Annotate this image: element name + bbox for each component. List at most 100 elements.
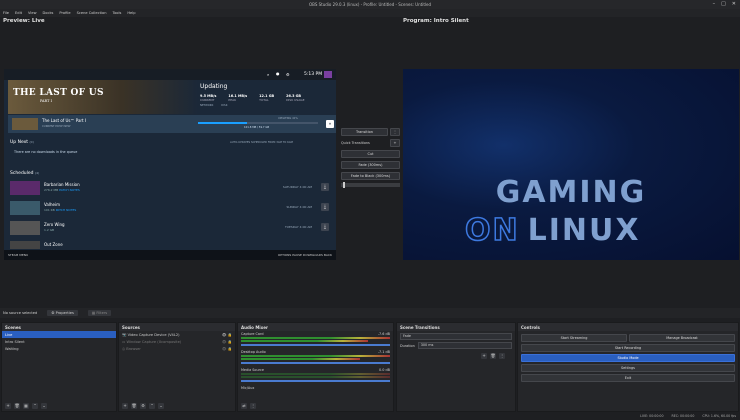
- menu-edit[interactable]: Edit: [15, 11, 22, 15]
- cut-button[interactable]: Cut: [341, 150, 400, 158]
- download-icon[interactable]: ⤓: [321, 203, 329, 211]
- move-up-button[interactable]: ⌃: [149, 403, 155, 409]
- download-icon[interactable]: ⤓: [321, 183, 329, 191]
- program-canvas[interactable]: GAMING ON LINUX: [403, 69, 739, 260]
- no-downloads-text: There are no downloads in the queue: [14, 150, 78, 154]
- audio-mixer-dock: Audio Mixer Capture Card -7.6 dB Desktop …: [237, 322, 394, 412]
- game-date: SATURDAY 4:00 AM: [282, 185, 312, 189]
- manage-broadcast-button[interactable]: Manage Broadcast: [629, 334, 735, 342]
- move-up-button[interactable]: ⌃: [32, 403, 38, 409]
- game-size: 276.2 MB PATCH NOTES: [44, 188, 80, 192]
- window-title: OBS Studio 29.0.3 (linux) - Profile: Unt…: [309, 2, 431, 7]
- program-line-on-linux: ON LINUX: [464, 212, 641, 249]
- stat-current: 9.5 MB/s CURRENT: [200, 94, 217, 102]
- steam-menu-hint[interactable]: STEAM MENU: [8, 253, 28, 257]
- volume-slider[interactable]: [241, 380, 390, 382]
- mixer-menu-icon[interactable]: ⋮: [250, 403, 256, 409]
- auto-update-note: AUTO-UPDATES SCHEDULED FROM 3AM TO 6AM: [230, 141, 293, 144]
- current-download-row[interactable]: The Last of Us™ Part I CURRENT PATCH NEW…: [8, 115, 336, 133]
- hero-title: THE LAST OF US: [13, 88, 104, 98]
- transition-menu-icon[interactable]: ⋮: [390, 128, 400, 136]
- program-word-on: ON: [464, 212, 520, 249]
- controls-title: Controls: [518, 323, 738, 331]
- menu-scene-collection[interactable]: Scene Collection: [77, 11, 107, 15]
- studio-mode-button[interactable]: Studio Mode: [521, 354, 735, 362]
- source-settings-button[interactable]: ⚙: [140, 403, 146, 409]
- scene-transitions-dock: Scene Transitions Fade Duration 300 ms +…: [396, 322, 516, 412]
- hero-part: PART I: [40, 99, 52, 103]
- remove-transition-button[interactable]: 🗑: [490, 353, 496, 359]
- volume-slider[interactable]: [241, 344, 390, 346]
- stat-peak: 16.1 MB/s PEAK: [228, 94, 248, 102]
- fade-to-black-button[interactable]: Fade to Black (300ms): [341, 172, 400, 180]
- source-item[interactable]: 📷 Video Capture Device (V4L2) 👁 🔒: [119, 331, 235, 338]
- list-item[interactable]: Valheim 101 KB PATCH NOTES SUNDAY 4:00 A…: [10, 199, 332, 217]
- mixer-channel: Media Source 0.0 dB: [238, 367, 393, 383]
- transition-button[interactable]: Transition: [341, 128, 388, 136]
- start-recording-button[interactable]: Start Recording: [521, 344, 735, 352]
- properties-button[interactable]: ⚙ Properties: [47, 310, 78, 316]
- steam-time: 5:13 PM: [304, 72, 323, 77]
- exit-button[interactable]: Exit: [521, 374, 735, 382]
- remove-scene-button[interactable]: 🗑: [14, 403, 20, 409]
- download-progress-track: [198, 122, 318, 124]
- program-word-linux: LINUX: [527, 213, 641, 248]
- transition-select[interactable]: Fade: [400, 333, 512, 340]
- settings-button[interactable]: Settings: [521, 364, 735, 372]
- duration-row: Duration 300 ms: [400, 342, 512, 349]
- game-date: TUESDAY 4:00 AM: [284, 225, 312, 229]
- fade-button[interactable]: Fade (300ms): [341, 161, 400, 169]
- add-quick-transition-button[interactable]: +: [390, 139, 400, 147]
- menu-docks[interactable]: Docks: [43, 11, 54, 15]
- transition-menu-icon[interactable]: ⋮: [499, 353, 505, 359]
- start-streaming-button[interactable]: Start Streaming: [521, 334, 627, 342]
- menu-profile[interactable]: Profile: [59, 11, 70, 15]
- mixer-link-icon[interactable]: ⇄: [241, 403, 247, 409]
- pause-icon[interactable]: ⏸: [326, 120, 334, 128]
- scheduled-heading: Scheduled (4): [10, 171, 40, 176]
- scene-filters-button[interactable]: ▦: [23, 403, 29, 409]
- title-bar: OBS Studio 29.0.3 (linux) - Profile: Unt…: [0, 0, 740, 9]
- menu-tools[interactable]: Tools: [112, 11, 121, 15]
- scene-item[interactable]: Waiting: [2, 345, 116, 352]
- menu-help[interactable]: Help: [127, 11, 135, 15]
- updating-heading: Updating: [200, 83, 228, 90]
- list-item[interactable]: Out Zone: [10, 239, 332, 249]
- minimize-button[interactable]: –: [713, 1, 716, 7]
- steam-actions-hint[interactable]: OPTIONS PAUSE DOWNLOADS BACK: [278, 253, 332, 257]
- add-source-button[interactable]: +: [122, 403, 128, 409]
- move-down-button[interactable]: ⌄: [158, 403, 164, 409]
- preview-canvas[interactable]: ⌕ ● ⚙ 5:13 PM THE LAST OF US PART I Upda…: [4, 69, 336, 260]
- no-source-label: No source selected: [3, 311, 38, 315]
- quick-transitions-label: Quick Transitions: [341, 141, 370, 145]
- stat-total: 12.1 GB TOTAL: [259, 94, 275, 102]
- scenes-title: Scenes: [2, 323, 116, 331]
- source-toolbar: No source selected ⚙ Properties ▦ Filter…: [0, 308, 740, 318]
- volume-slider[interactable]: [241, 362, 390, 364]
- list-item[interactable]: Barbarian Mission 276.2 MB PATCH NOTES S…: [10, 179, 332, 197]
- search-icon: ⌕: [267, 72, 270, 77]
- mixer-channel: Capture Card -7.6 dB: [238, 331, 393, 347]
- add-transition-button[interactable]: +: [481, 353, 487, 359]
- audio-mixer-title: Audio Mixer: [238, 323, 393, 331]
- duration-input[interactable]: 300 ms: [417, 342, 512, 349]
- game-hero-banner: THE LAST OF US PART I: [8, 80, 198, 114]
- scene-item[interactable]: Live: [2, 331, 116, 338]
- menu-view[interactable]: View: [28, 11, 37, 15]
- up-next-heading: Up Next (0): [10, 140, 34, 145]
- add-scene-button[interactable]: +: [5, 403, 11, 409]
- list-item[interactable]: Zero Wing 1.2 GB TUESDAY 4:00 AM ⤓: [10, 219, 332, 237]
- close-button[interactable]: ✕: [732, 1, 736, 7]
- source-item[interactable]: ▭ Window Capture (Xcomposite) 👁 🔒: [119, 338, 235, 345]
- t-bar-slider[interactable]: [341, 182, 400, 188]
- source-item[interactable]: ◎ Browser 👁 🔒: [119, 345, 235, 352]
- menu-file[interactable]: File: [3, 11, 9, 15]
- status-bar: LIVE: 00:00:00 REC: 00:00:00 CPU: 1.6%, …: [0, 412, 740, 420]
- filters-button[interactable]: ▦ Filters: [87, 310, 112, 316]
- scene-item[interactable]: Intro Silent: [2, 338, 116, 345]
- download-icon[interactable]: ⤓: [321, 223, 329, 231]
- maximize-button[interactable]: □: [721, 1, 726, 7]
- download-thumbnail: [12, 118, 38, 130]
- move-down-button[interactable]: ⌄: [41, 403, 47, 409]
- remove-source-button[interactable]: 🗑: [131, 403, 137, 409]
